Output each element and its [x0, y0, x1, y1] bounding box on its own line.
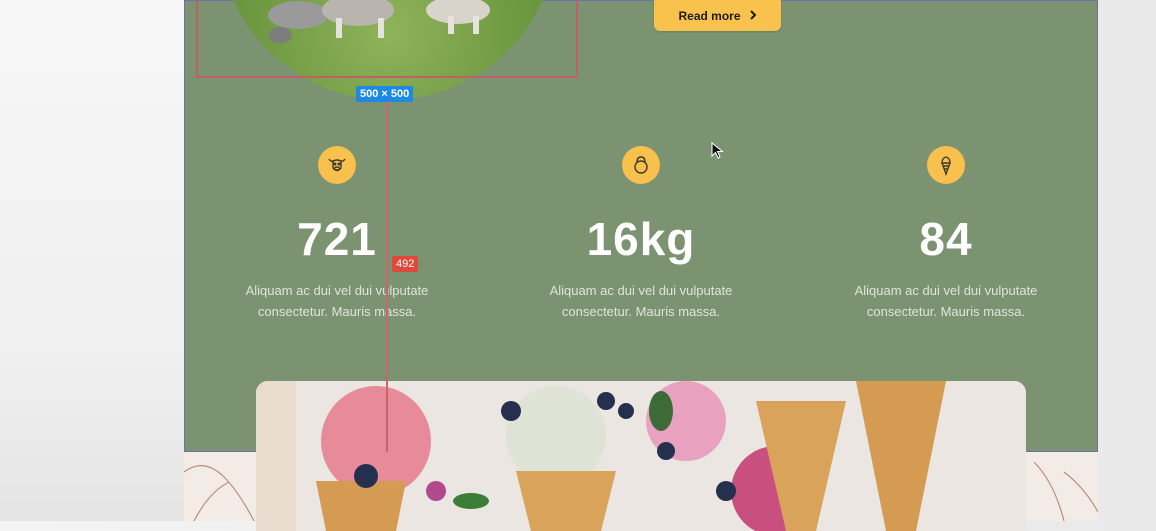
ice-cream-photo[interactable] — [256, 381, 1026, 531]
cow-icon — [318, 146, 356, 184]
stat-card-cows: 721 Aliquam ac dui vel dui vulputate con… — [207, 146, 467, 322]
stat-description: Aliquam ac dui vel dui vulputate consect… — [816, 280, 1076, 322]
stat-description-line: consectetur. Mauris massa. — [866, 304, 1026, 319]
stat-description-line: Aliquam ac dui vel dui vulputate — [549, 283, 733, 298]
measurement-guide-line — [386, 100, 388, 452]
mouse-cursor-icon — [711, 141, 725, 165]
image-selection-frame — [196, 0, 578, 78]
stat-value: 84 — [919, 213, 973, 265]
stat-card-ice-cream: 84 Aliquam ac dui vel dui vulputate cons… — [816, 146, 1076, 322]
stat-card-weight: 16kg Aliquam ac dui vel dui vulputate co… — [511, 146, 771, 322]
chevron-right-icon — [749, 9, 757, 23]
image-size-badge: 500 × 500 — [356, 86, 414, 102]
stat-value: 16kg — [586, 213, 696, 265]
measurement-distance-badge: 492 — [392, 256, 419, 272]
stat-description: Aliquam ac dui vel dui vulputate consect… — [207, 280, 467, 322]
stat-description-line: consectetur. Mauris massa. — [257, 304, 417, 319]
stat-description-line: Aliquam ac dui vel dui vulputate — [854, 283, 1038, 298]
ice-cream-icon — [927, 146, 965, 184]
kettlebell-icon — [622, 146, 660, 184]
stat-description-line: consectetur. Mauris massa. — [561, 304, 721, 319]
read-more-label: Read more — [678, 8, 741, 23]
stat-description-line: Aliquam ac dui vel dui vulputate — [245, 283, 429, 298]
stat-description: Aliquam ac dui vel dui vulputate consect… — [511, 280, 771, 322]
stat-value: 721 — [297, 213, 377, 265]
canvas-background — [0, 0, 184, 521]
read-more-button[interactable]: Read more — [654, 0, 781, 31]
